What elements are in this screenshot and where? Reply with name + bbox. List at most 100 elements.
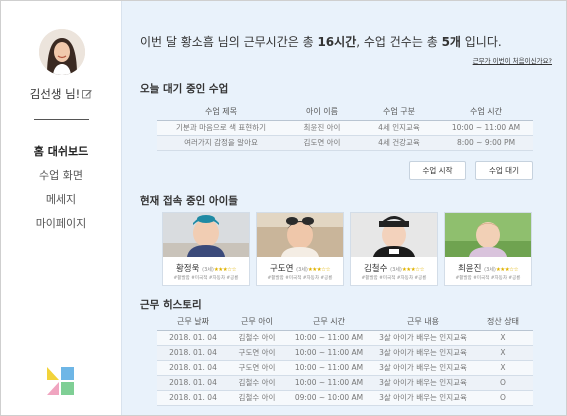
kid-card[interactable]: 최윤진 (3세)★★★☆☆ #활발함 #미국적 #자동차 #공룡 xyxy=(444,212,532,286)
nav-class-screen[interactable]: 수업 화면 xyxy=(1,164,121,188)
summary-post: 입니다. xyxy=(460,35,502,49)
column-header: 근무 내용 xyxy=(373,314,473,331)
class-title: 여러가지 감정을 알아요 xyxy=(157,135,285,151)
work-date: 2018. 01. 04 xyxy=(157,330,229,346)
kid-card[interactable]: 황정욱 (3세)★★★☆☆ #활발함 #미국적 #자동차 #공룡 xyxy=(162,212,250,286)
teacher-avatar[interactable] xyxy=(39,29,85,75)
table-row[interactable]: 기분과 마음으로 색 표현하기 최윤진 아이 4세 인지교육 10:00 ~ 1… xyxy=(157,120,533,136)
main-panel: 이번 달 황소흠 님의 근무시간은 총 16시간, 수업 건수는 총 5개 입니… xyxy=(121,1,566,415)
kid-photo xyxy=(351,213,437,257)
waiting-classes-table: 수업 제목 아이 이름 수업 구분 수업 시간 기분과 마음으로 색 표현하기 … xyxy=(157,104,533,151)
first-time-link[interactable]: 근무가 이번이 처음이신가요? xyxy=(473,55,552,65)
column-header: 정산 상태 xyxy=(473,314,533,331)
table-row[interactable]: 여러가지 감정을 알아요 김도연 아이 4세 건강교육 8:00 ~ 9:00 … xyxy=(157,135,533,151)
class-time: 8:00 ~ 9:00 PM xyxy=(439,135,533,151)
table-row[interactable]: 2018. 01. 04 구도연 아이 10:00 ~ 11:00 AM 3살 … xyxy=(157,360,533,376)
kid-tags: #활발함 #미국적 #자동차 #공룡 xyxy=(173,276,239,281)
column-header: 수업 시간 xyxy=(439,104,533,121)
table-row[interactable]: 2018. 01. 04 김철수 아이 10:00 ~ 11:00 AM 3살 … xyxy=(157,375,533,391)
table-row[interactable]: 2018. 01. 04 김철수 아이 09:00 ~ 10:00 AM 3살 … xyxy=(157,390,533,406)
sidebar-divider xyxy=(34,119,89,120)
table-row[interactable]: 2018. 01. 04 김철수 아이 10:00 ~ 11:00 AM 3살 … xyxy=(157,330,533,346)
work-content: 3살 아이가 배우는 인지교육 xyxy=(373,390,473,406)
table-row[interactable]: 2018. 01. 04 구도연 아이 10:00 ~ 11:00 AM 3살 … xyxy=(157,345,533,361)
work-date: 2018. 01. 04 xyxy=(157,360,229,376)
work-time: 10:00 ~ 11:00 AM xyxy=(285,330,373,346)
settlement-status: O xyxy=(473,390,533,406)
kid-name: 최윤진 xyxy=(457,264,482,274)
star-rating-icon: ★★★☆☆ xyxy=(495,267,519,273)
kid-photo xyxy=(257,213,343,257)
work-child: 구도연 아이 xyxy=(229,345,285,361)
summary-mid: , 수업 건수는 총 xyxy=(356,35,442,49)
class-time: 10:00 ~ 11:00 AM xyxy=(439,120,533,136)
work-content: 3살 아이가 배우는 인지교육 xyxy=(373,330,473,346)
kid-name: 구도연 xyxy=(269,264,294,274)
work-date: 2018. 01. 04 xyxy=(157,375,229,391)
kid-photo xyxy=(163,213,249,257)
summary-pre: 이번 달 황소흠 님의 근무시간은 총 xyxy=(140,35,318,49)
teacher-name: 김선생 님! xyxy=(29,87,81,101)
kid-name: 황정욱 xyxy=(175,264,200,274)
column-header: 근무 날짜 xyxy=(157,314,229,331)
work-time: 10:00 ~ 11:00 AM xyxy=(285,360,373,376)
column-header: 수업 제목 xyxy=(157,104,285,121)
kid-age: (3세) xyxy=(296,267,308,273)
work-date: 2018. 01. 04 xyxy=(157,345,229,361)
history-title: 근무 히스토리 xyxy=(140,299,202,311)
star-rating-icon: ★★★☆☆ xyxy=(213,267,237,273)
app-logo xyxy=(47,367,74,395)
work-child: 김철수 아이 xyxy=(229,330,285,346)
work-time: 10:00 ~ 11:00 AM xyxy=(285,345,373,361)
kid-tags: #활발함 #미국적 #자동차 #공룡 xyxy=(455,276,521,281)
kid-info: 구도연 (3세)★★★☆☆ xyxy=(257,262,343,274)
star-rating-icon: ★★★☆☆ xyxy=(401,267,425,273)
work-content: 3살 아이가 배우는 인지교육 xyxy=(373,360,473,376)
nav-messages[interactable]: 메세지 xyxy=(1,188,121,212)
summary-hours: 16시간 xyxy=(317,35,357,49)
child-name: 김도연 아이 xyxy=(285,135,359,151)
kid-card[interactable]: 구도연 (3세)★★★☆☆ #활발함 #미국적 #자동차 #공룡 xyxy=(256,212,344,286)
class-type: 4세 인지교육 xyxy=(359,120,439,136)
column-header: 수업 구분 xyxy=(359,104,439,121)
kid-photo xyxy=(445,213,531,257)
work-child: 김철수 아이 xyxy=(229,390,285,406)
work-time: 09:00 ~ 10:00 AM xyxy=(285,390,373,406)
kid-info: 최윤진 (3세)★★★☆☆ xyxy=(445,262,531,274)
connected-kids-title: 현재 접속 중인 아이들 xyxy=(140,195,238,207)
waiting-classes-title: 오늘 대기 중인 수업 xyxy=(140,83,229,95)
teacher-greeting: 김선생 님! xyxy=(1,86,121,102)
nav-mypage[interactable]: 마이페이지 xyxy=(1,212,121,236)
column-header: 근무 아이 xyxy=(229,314,285,331)
nav-dashboard[interactable]: 홈 대쉬보드 xyxy=(1,140,121,164)
kid-tags: #활발함 #미국적 #자동차 #공룡 xyxy=(361,276,427,281)
class-type: 4세 건강교육 xyxy=(359,135,439,151)
sidebar: 김선생 님! 홈 대쉬보드 수업 화면 메세지 마이페이지 xyxy=(1,1,121,415)
kid-info: 황정욱 (3세)★★★☆☆ xyxy=(163,262,249,274)
kid-name: 김철수 xyxy=(363,264,388,274)
column-header: 근무 시간 xyxy=(285,314,373,331)
kid-tags: #활발함 #미국적 #자동차 #공룡 xyxy=(267,276,333,281)
work-content: 3살 아이가 배우는 인지교육 xyxy=(373,375,473,391)
kid-card[interactable]: 김철수 (3세)★★★☆☆ #활발함 #미국적 #자동차 #공룡 xyxy=(350,212,438,286)
wait-class-button[interactable]: 수업 대기 xyxy=(475,161,533,180)
settlement-status: X xyxy=(473,330,533,346)
kid-age: (3세) xyxy=(202,267,214,273)
work-date: 2018. 01. 04 xyxy=(157,390,229,406)
settlement-status: X xyxy=(473,360,533,376)
start-class-button[interactable]: 수업 시작 xyxy=(409,161,466,180)
edit-icon[interactable] xyxy=(82,89,93,99)
work-time: 10:00 ~ 11:00 AM xyxy=(285,375,373,391)
kid-age: (3세) xyxy=(484,267,496,273)
child-name: 최윤진 아이 xyxy=(285,120,359,136)
work-child: 구도연 아이 xyxy=(229,360,285,376)
work-summary: 이번 달 황소흠 님의 근무시간은 총 16시간, 수업 건수는 총 5개 입니… xyxy=(140,33,502,50)
work-content: 3살 아이가 배우는 인지교육 xyxy=(373,345,473,361)
kid-age: (3세) xyxy=(390,267,402,273)
work-child: 김철수 아이 xyxy=(229,375,285,391)
summary-count: 5개 xyxy=(441,35,461,49)
class-title: 기분과 마음으로 색 표현하기 xyxy=(157,120,285,136)
sidebar-nav: 홈 대쉬보드 수업 화면 메세지 마이페이지 xyxy=(1,140,121,236)
star-rating-icon: ★★★☆☆ xyxy=(307,267,331,273)
history-table: 근무 날짜 근무 아이 근무 시간 근무 내용 정산 상태 2018. 01. … xyxy=(157,314,533,406)
